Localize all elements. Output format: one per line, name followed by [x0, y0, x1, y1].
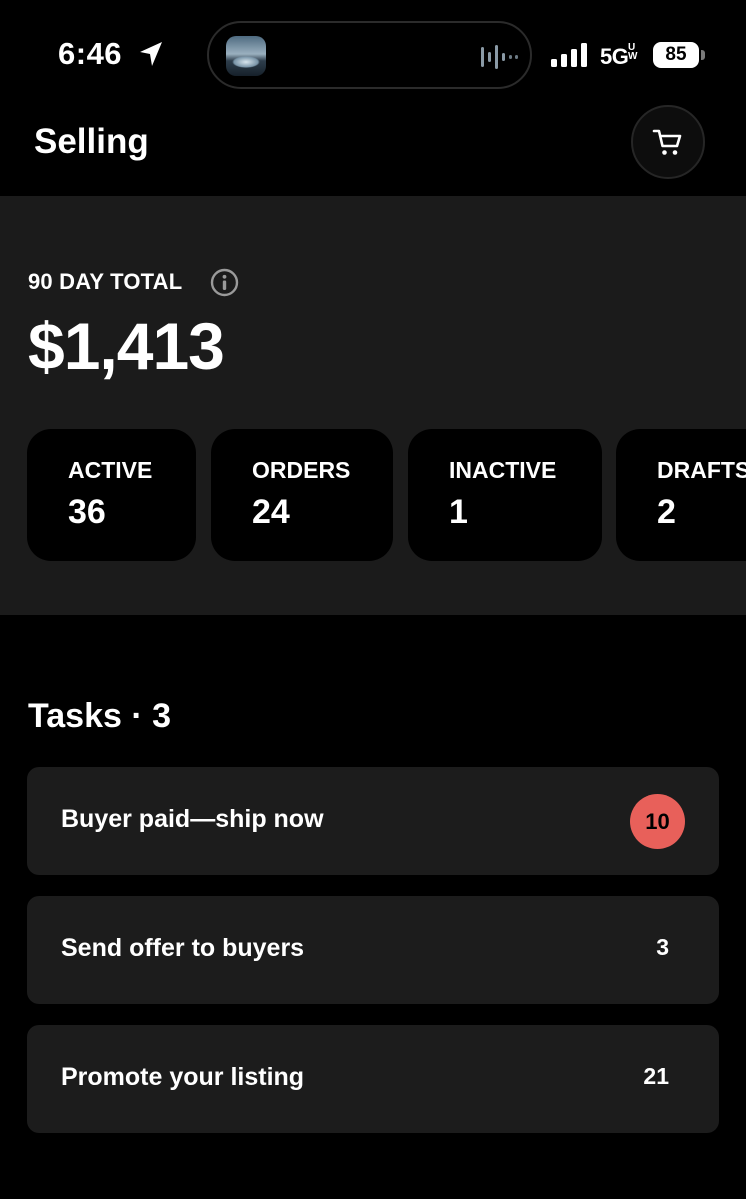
task-row-send-offer[interactable]: Send offer to buyers 3 — [27, 896, 719, 1004]
stat-card-drafts[interactable]: DRAFTS 2 — [616, 429, 746, 561]
task-count: 3 — [656, 934, 669, 960]
summary-panel: 90 DAY TOTAL $1,413 ACTIVE 36 ORDERS 24 … — [0, 196, 746, 615]
network-sup: U W — [628, 43, 638, 62]
stat-value: 2 — [657, 493, 676, 531]
cart-icon — [652, 129, 682, 155]
stat-card-active[interactable]: ACTIVE 36 — [27, 429, 196, 561]
task-label: Promote your listing — [61, 1063, 305, 1091]
dynamic-island[interactable] — [207, 21, 532, 89]
task-count: 21 — [643, 1063, 669, 1089]
network-type: 5G — [600, 44, 629, 69]
stat-value: 24 — [252, 493, 290, 531]
stat-card-orders[interactable]: ORDERS 24 — [211, 429, 393, 561]
audio-waveform-icon — [481, 45, 518, 69]
tasks-title: Tasks · 3 — [28, 697, 172, 735]
stat-card-inactive[interactable]: INACTIVE 1 — [408, 429, 602, 561]
total-label: 90 DAY TOTAL — [28, 269, 183, 294]
total-value: $1,413 — [28, 309, 225, 383]
task-label: Send offer to buyers — [61, 934, 305, 962]
task-label: Buyer paid—ship now — [61, 805, 324, 833]
task-row-ship-now[interactable]: Buyer paid—ship now 10 — [27, 767, 719, 875]
stat-value: 1 — [449, 493, 468, 531]
battery-tip — [701, 50, 705, 60]
cart-button[interactable] — [631, 105, 705, 179]
stat-label: ACTIVE — [68, 457, 153, 483]
stat-label: INACTIVE — [449, 457, 557, 483]
stat-label: DRAFTS — [657, 457, 746, 483]
task-count-badge: 10 — [630, 794, 685, 849]
status-bar: 6:46 5G U W 85 — [0, 0, 746, 100]
info-icon[interactable] — [210, 268, 239, 297]
page-title: Selling — [34, 122, 149, 161]
task-row-promote-listing[interactable]: Promote your listing 21 — [27, 1025, 719, 1133]
stat-label: ORDERS — [252, 457, 351, 483]
status-time: 6:46 — [58, 36, 123, 71]
network-sup-bottom: W — [628, 51, 638, 62]
battery-level: 85 — [653, 42, 699, 68]
selling-screen: 6:46 5G U W 85 Selling 90 DAY TOTAL $1,4… — [0, 0, 746, 1199]
location-arrow-icon — [140, 42, 162, 66]
cellular-signal-icon — [551, 43, 587, 67]
now-playing-app-icon — [226, 36, 266, 76]
stat-value: 36 — [68, 493, 106, 531]
